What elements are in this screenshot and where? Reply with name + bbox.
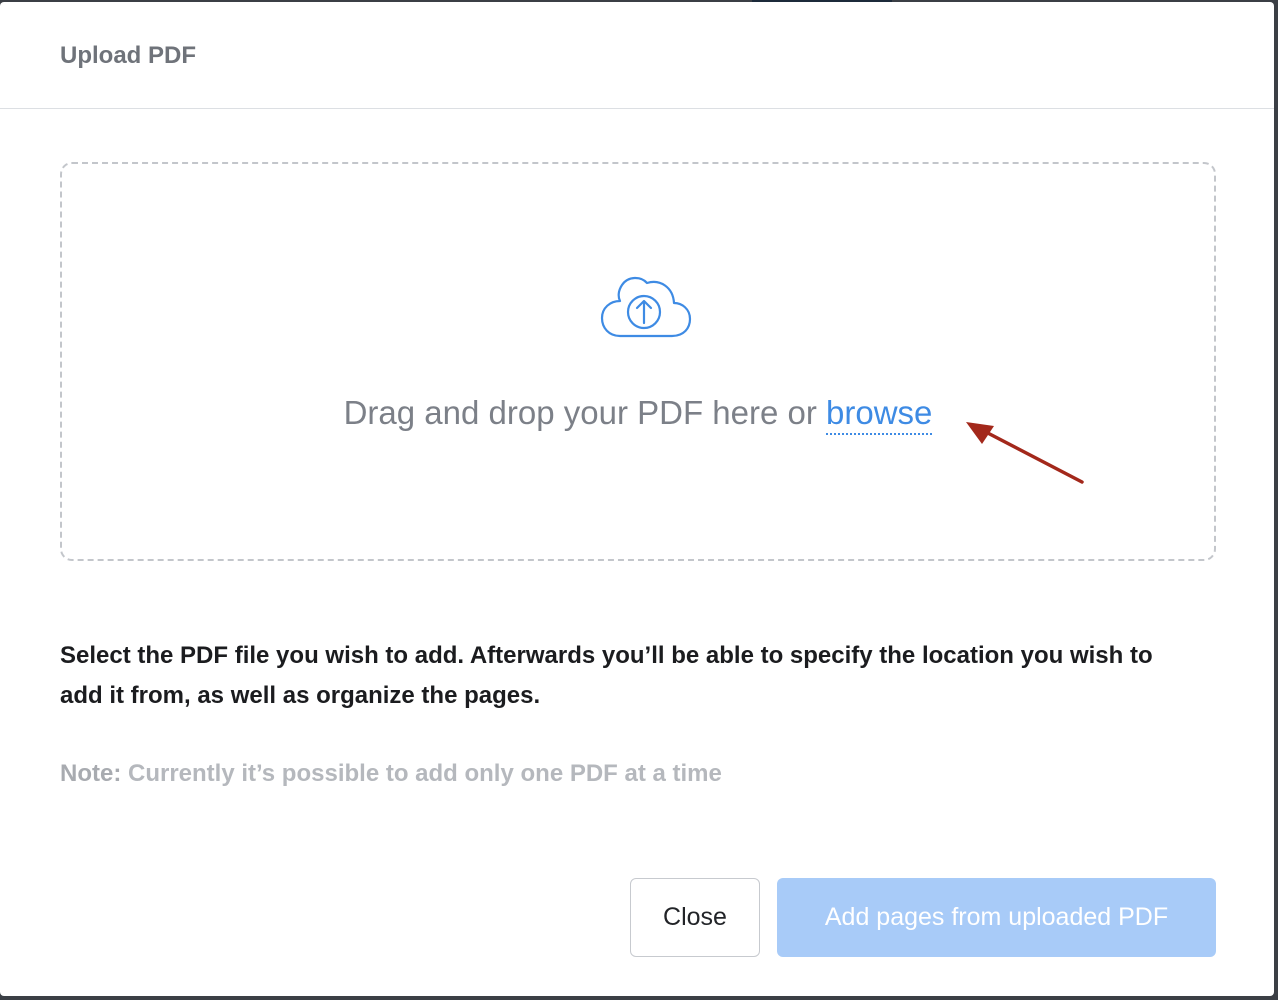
red-arrow-icon	[966, 422, 1084, 484]
upload-pdf-dialog: Upload PDF Drag and drop your PDF here o…	[0, 2, 1274, 996]
note-label: Note:	[60, 760, 122, 787]
pdf-dropzone[interactable]: Drag and drop your PDF here or browse	[60, 162, 1216, 561]
dropzone-prompt-text: Drag and drop your PDF here or	[343, 394, 826, 431]
cloud-upload-icon	[600, 276, 692, 338]
note-text: Note: Currently it’s possible to add onl…	[60, 760, 722, 788]
description-text: Select the PDF file you wish to add. Aft…	[60, 642, 1153, 709]
note-body: Currently it’s possible to add only one …	[121, 760, 722, 787]
close-button[interactable]: Close	[630, 878, 760, 957]
dialog-header: Upload PDF	[0, 2, 1274, 109]
browse-link[interactable]: browse	[826, 394, 933, 435]
dialog-title: Upload PDF	[60, 42, 196, 69]
add-pages-button[interactable]: Add pages from uploaded PDF	[777, 878, 1216, 957]
